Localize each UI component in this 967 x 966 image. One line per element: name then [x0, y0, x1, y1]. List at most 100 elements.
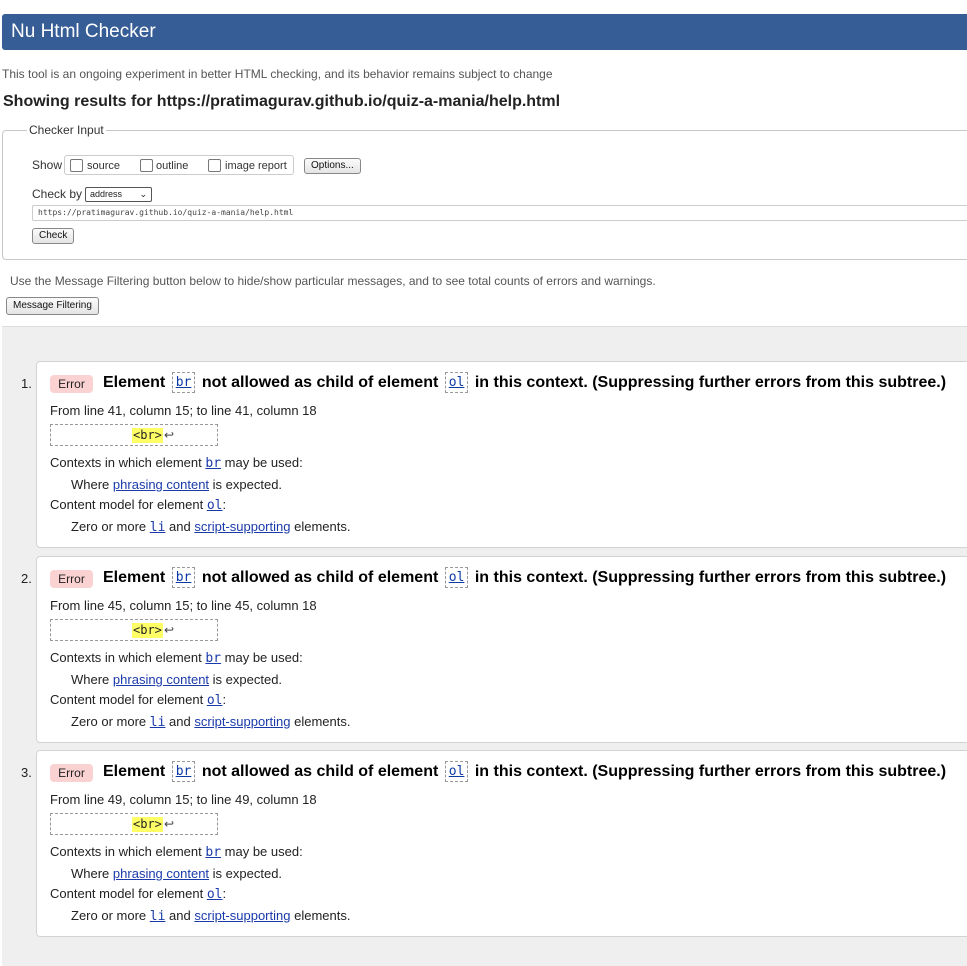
phrasing-content-link[interactable]: phrasing content [113, 477, 209, 492]
li-link[interactable]: li [150, 520, 166, 535]
check-button[interactable]: Check [32, 228, 75, 244]
app-title: Nu Html Checker [11, 21, 156, 42]
message-title: Element br not allowed as child of eleme… [103, 567, 946, 588]
text: : [222, 886, 227, 901]
message-number: 3. [21, 765, 32, 780]
text: may be used: [224, 650, 303, 665]
error-badge: Error [50, 375, 93, 393]
title-text: not allowed as child of element [201, 374, 439, 391]
element-link[interactable]: br [171, 372, 196, 393]
text: Zero or more [71, 519, 147, 534]
phrasing-content-link[interactable]: phrasing content [113, 866, 209, 881]
title-text: in this context. (Suppressing further er… [474, 569, 947, 586]
message-location: From line 41, column 15; to line 41, col… [50, 403, 317, 418]
title-text: not allowed as child of element [201, 763, 439, 780]
text: Content model for element [50, 497, 204, 512]
br-link[interactable]: br [205, 845, 221, 860]
where-line: Where phrasing content is expected. [71, 866, 282, 881]
text: Where [71, 866, 110, 881]
script-supporting-link[interactable]: script-supporting [194, 908, 290, 923]
return-icon: ↩ [164, 623, 175, 637]
message-location: From line 45, column 15; to line 45, col… [50, 598, 317, 613]
text: and [169, 519, 191, 534]
outline-checkbox[interactable] [140, 159, 153, 172]
message-title: Element br not allowed as child of eleme… [103, 761, 946, 782]
message-number: 1. [21, 376, 32, 391]
message-location: From line 49, column 15; to line 49, col… [50, 792, 317, 807]
options-button[interactable]: Options... [304, 158, 361, 174]
error-message: Error Element br not allowed as child of… [36, 750, 967, 937]
code-extract: <br> ↩ [50, 619, 218, 641]
script-supporting-link[interactable]: script-supporting [194, 519, 290, 534]
title-text: Element [103, 569, 166, 586]
text: is expected. [212, 672, 283, 687]
tagline: This tool is an ongoing experiment in be… [2, 67, 553, 81]
text: elements. [294, 908, 351, 923]
image-report-checkbox[interactable] [208, 159, 221, 172]
code-extract: <br> ↩ [50, 424, 218, 446]
results-heading: Showing results for https://pratimagurav… [3, 93, 561, 110]
title-text: Element [103, 374, 166, 391]
ol-link[interactable]: ol [207, 693, 223, 708]
checker-input-legend: Checker Input [27, 123, 106, 137]
highlighted-tag: <br> [132, 428, 163, 443]
contexts-line: Contexts in which element br may be used… [50, 455, 303, 471]
text: Zero or more [71, 908, 147, 923]
source-label: source [87, 160, 121, 172]
show-options-box: source outline image report [64, 155, 294, 175]
error-message: Error Element br not allowed as child of… [36, 361, 967, 548]
source-checkbox[interactable] [70, 159, 83, 172]
chevron-down-icon: ⌄ [139, 189, 147, 199]
url-input[interactable]: https://pratimagurav.github.io/quiz-a-ma… [32, 205, 967, 221]
message-title: Element br not allowed as child of eleme… [103, 372, 946, 393]
error-badge: Error [50, 764, 93, 782]
text: Content model for element [50, 692, 204, 707]
check-by-value: address [90, 189, 123, 199]
element-link[interactable]: ol [444, 761, 469, 782]
code-extract: <br> ↩ [50, 813, 218, 835]
check-by-select[interactable]: address ⌄ [85, 187, 152, 202]
app-header: Nu Html Checker [2, 14, 967, 50]
check-by-label: Check by [32, 187, 83, 201]
li-link[interactable]: li [150, 909, 166, 924]
return-icon: ↩ [164, 817, 175, 831]
phrasing-content-link[interactable]: phrasing content [113, 672, 209, 687]
text: Contexts in which element [50, 455, 202, 470]
image-report-label: image report [225, 160, 287, 172]
highlighted-tag: <br> [132, 623, 163, 638]
element-link[interactable]: ol [444, 567, 469, 588]
error-badge: Error [50, 570, 93, 588]
text: is expected. [212, 866, 283, 881]
element-link[interactable]: br [171, 761, 196, 782]
br-link[interactable]: br [205, 456, 221, 471]
contexts-line: Contexts in which element br may be used… [50, 844, 303, 860]
script-supporting-link[interactable]: script-supporting [194, 714, 290, 729]
text: Where [71, 477, 110, 492]
content-model-line: Content model for element ol: [50, 886, 226, 902]
title-text: Element [103, 763, 166, 780]
zero-or-more-line: Zero or more li and script-supporting el… [71, 519, 350, 535]
text: Contexts in which element [50, 844, 202, 859]
ol-link[interactable]: ol [207, 887, 223, 902]
li-link[interactable]: li [150, 715, 166, 730]
text: is expected. [212, 477, 283, 492]
where-line: Where phrasing content is expected. [71, 672, 282, 687]
text: Where [71, 672, 110, 687]
text: and [169, 714, 191, 729]
title-text: in this context. (Suppressing further er… [474, 374, 947, 391]
zero-or-more-line: Zero or more li and script-supporting el… [71, 714, 350, 730]
text: may be used: [224, 455, 303, 470]
br-link[interactable]: br [205, 651, 221, 666]
text: Content model for element [50, 886, 204, 901]
text: may be used: [224, 844, 303, 859]
text: Zero or more [71, 714, 147, 729]
highlighted-tag: <br> [132, 817, 163, 832]
ol-link[interactable]: ol [207, 498, 223, 513]
text: elements. [294, 519, 351, 534]
message-filtering-button[interactable]: Message Filtering [6, 297, 99, 315]
content-model-line: Content model for element ol: [50, 692, 226, 708]
element-link[interactable]: ol [444, 372, 469, 393]
element-link[interactable]: br [171, 567, 196, 588]
message-number: 2. [21, 571, 32, 586]
contexts-line: Contexts in which element br may be used… [50, 650, 303, 666]
